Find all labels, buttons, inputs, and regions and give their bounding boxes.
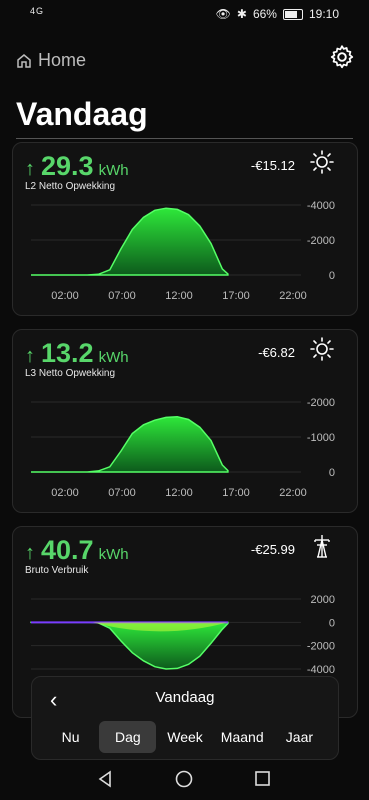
chart-l3: -2000 -1000 0 02:00 07:00 12:00 17:00 22:00	[31, 397, 335, 499]
x-tick-label: 17:00	[222, 487, 250, 499]
y-tick-label: 0	[329, 617, 335, 629]
home-label: Home	[38, 50, 87, 70]
y-tick-label: 0	[329, 467, 335, 479]
bluetooth-icon: ✱	[236, 7, 247, 21]
top-bar: Home	[0, 40, 369, 80]
y-tick-label: -4000	[307, 200, 335, 212]
y-tick-label: -2000	[307, 641, 335, 653]
x-tick-label: 12:00	[165, 290, 193, 302]
tab-dag[interactable]: Dag	[99, 721, 157, 753]
tab-jaar[interactable]: Jaar	[271, 721, 328, 753]
home-nav-icon	[175, 770, 193, 788]
period-tabs: Nu Dag Week Maand Jaar	[42, 721, 328, 753]
period-selector: ‹ Vandaag Nu Dag Week Maand Jaar	[31, 676, 339, 760]
x-tick-label: 22:00	[279, 487, 307, 499]
title-divider	[16, 138, 353, 139]
energy-card-l2[interactable]: ↑ 29.3 kWh L2 Netto Opwekking -€15.12 -4…	[12, 142, 358, 316]
period-label: Vandaag	[155, 689, 215, 706]
gear-icon[interactable]	[329, 44, 355, 70]
back-nav-icon	[98, 770, 111, 788]
x-tick-label: 22:00	[279, 290, 307, 302]
status-right: 👁 ✱ 66% 19:10	[216, 7, 339, 21]
y-tick-label: 2000	[311, 594, 335, 606]
x-tick-label: 02:00	[51, 290, 79, 302]
energy-card-l3[interactable]: ↑ 13.2 kWh L3 Netto Opwekking -€6.82 -20…	[12, 329, 358, 513]
clock: 19:10	[308, 7, 339, 21]
tab-week[interactable]: Week	[156, 721, 213, 753]
chart-l2: -4000 -2000 0 02:00 07:00 12:00 17:00 22:00	[31, 200, 335, 302]
eye-icon: 👁	[215, 7, 231, 21]
home-icon	[17, 53, 31, 68]
page-title: Vandaag	[16, 96, 148, 132]
battery-percent: 66%	[252, 7, 277, 21]
x-tick-label: 02:00	[51, 487, 79, 499]
y-tick-label: 0	[329, 270, 335, 282]
series-area	[31, 415, 229, 473]
x-tick-label: 07:00	[108, 487, 136, 499]
battery-icon	[282, 8, 303, 20]
home-link[interactable]: Home	[16, 50, 86, 71]
system-nav-bar	[98, 770, 270, 788]
x-tick-label: 17:00	[222, 290, 250, 302]
y-tick-label: -2000	[307, 397, 335, 409]
y-tick-label: -1000	[307, 432, 335, 444]
series-area	[31, 207, 229, 276]
recents-nav-icon	[255, 771, 270, 786]
tab-nu[interactable]: Nu	[42, 721, 99, 753]
x-tick-label: 12:00	[165, 487, 193, 499]
signal-indicator: 4G	[30, 6, 45, 16]
y-tick-label: -2000	[307, 235, 335, 247]
tab-maand[interactable]: Maand	[214, 721, 271, 753]
y-tick-label: -4000	[307, 664, 335, 676]
status-bar: 4G 👁 ✱ 66% 19:10	[0, 0, 369, 28]
x-tick-label: 07:00	[108, 290, 136, 302]
